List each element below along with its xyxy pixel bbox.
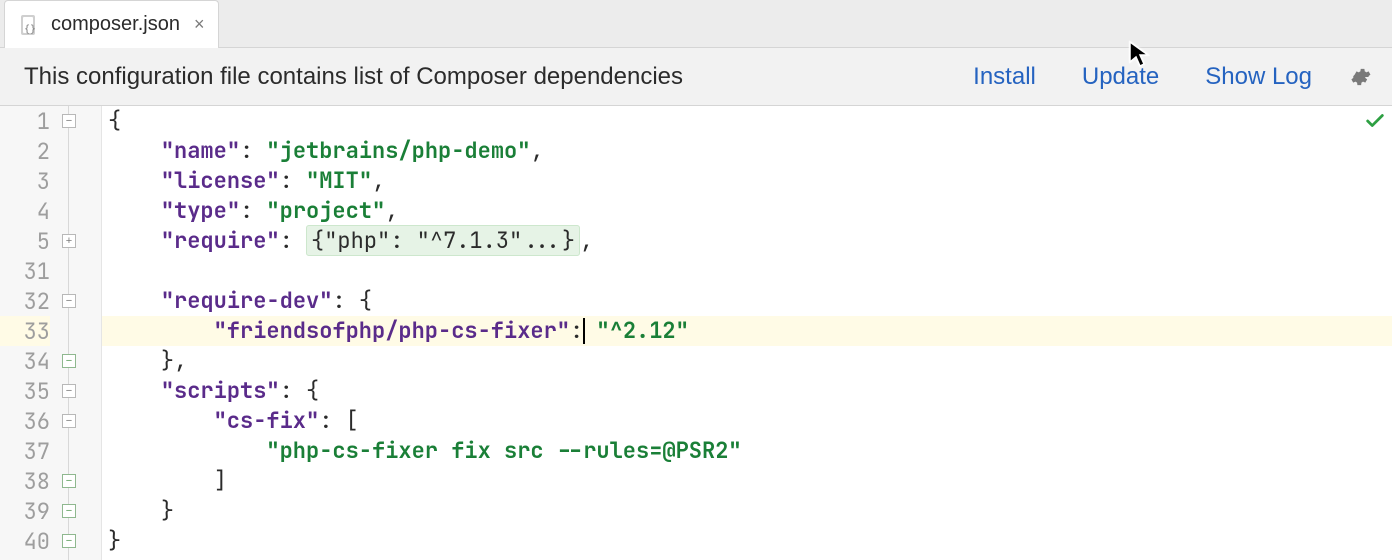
code-line[interactable]: "require": {"php": "^7.1.3"...}, (102, 226, 1392, 256)
code-line[interactable]: "require-dev": { (102, 286, 1392, 316)
svg-text:{}: {} (24, 24, 36, 35)
fold-gutter: − + − − − − − − − (60, 106, 102, 560)
composer-info-bar: This configuration file contains list of… (0, 48, 1392, 106)
line-number: 32 (0, 286, 50, 316)
code-line[interactable]: "license": "MIT", (102, 166, 1392, 196)
tab-bar: {} composer.json × (0, 0, 1392, 48)
fold-collapse-icon[interactable]: − (62, 354, 76, 368)
line-number: 36 (0, 406, 50, 436)
close-icon[interactable]: × (194, 14, 205, 35)
code-line[interactable]: ] (102, 466, 1392, 496)
fold-collapse-icon[interactable]: − (62, 504, 76, 518)
text-caret (583, 318, 585, 344)
line-number: 38 (0, 466, 50, 496)
show-log-button[interactable]: Show Log (1193, 63, 1324, 91)
code-area[interactable]: { "name": "jetbrains/php-demo", "license… (102, 106, 1392, 560)
code-line[interactable]: "friendsofphp/php-cs-fixer": "^2.12" (102, 316, 1392, 346)
gear-icon[interactable] (1346, 63, 1374, 91)
line-number: 40 (0, 526, 50, 556)
line-number: 5 (0, 226, 50, 256)
line-number: 33 (0, 316, 50, 346)
code-line[interactable]: } (102, 526, 1392, 556)
code-line[interactable]: "cs-fix": [ (102, 406, 1392, 436)
line-number: 34 (0, 346, 50, 376)
fold-collapse-icon[interactable]: − (62, 474, 76, 488)
code-line[interactable]: { (102, 106, 1392, 136)
fold-collapse-icon[interactable]: − (62, 384, 76, 398)
fold-collapse-icon[interactable]: − (62, 414, 76, 428)
code-line[interactable]: "scripts": { (102, 376, 1392, 406)
line-number: 1 (0, 106, 50, 136)
tab-composer-json[interactable]: {} composer.json × (4, 0, 219, 48)
json-file-icon: {} (19, 14, 41, 36)
code-line[interactable]: } (102, 496, 1392, 526)
line-number: 2 (0, 136, 50, 166)
install-button[interactable]: Install (961, 63, 1048, 91)
line-number: 39 (0, 496, 50, 526)
code-line[interactable]: "php-cs-fixer fix src --rules=@PSR2" (102, 436, 1392, 466)
fold-collapse-icon[interactable]: − (62, 534, 76, 548)
line-number: 31 (0, 256, 50, 286)
fold-collapse-icon[interactable]: − (62, 114, 76, 128)
update-button[interactable]: Update (1070, 63, 1171, 91)
code-line[interactable]: "type": "project", (102, 196, 1392, 226)
line-number: 35 (0, 376, 50, 406)
tab-title: composer.json (51, 13, 180, 36)
line-number: 4 (0, 196, 50, 226)
code-editor[interactable]: 1234531323334353637383940 −+−−−−−−− { "n… (0, 106, 1392, 560)
fold-collapse-icon[interactable]: − (62, 294, 76, 308)
line-number: 37 (0, 436, 50, 466)
code-line[interactable]: }, (102, 346, 1392, 376)
code-line[interactable] (102, 256, 1392, 286)
fold-expand-icon[interactable]: + (62, 234, 76, 248)
line-number-gutter: 1234531323334353637383940 (0, 106, 60, 560)
code-line[interactable]: "name": "jetbrains/php-demo", (102, 136, 1392, 166)
line-number: 3 (0, 166, 50, 196)
info-message: This configuration file contains list of… (24, 63, 939, 91)
